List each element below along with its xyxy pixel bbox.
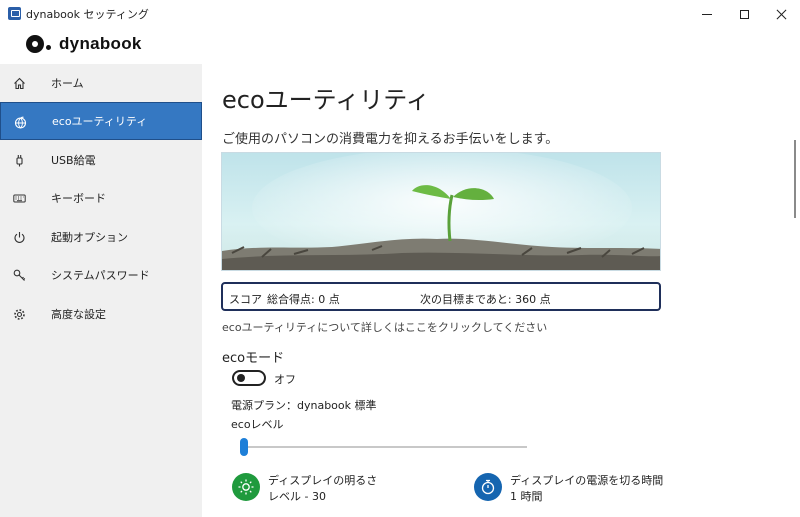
sidebar-item-keyboard[interactable]: キーボード (0, 179, 202, 217)
page-title: ecoユーティリティ (222, 86, 430, 114)
keyboard-icon (12, 191, 26, 205)
sidebar-item-startup-options[interactable]: 起動オプション (0, 218, 202, 256)
home-icon (12, 76, 26, 90)
window-title: dynabook セッティング (26, 8, 149, 21)
eco-mode-toggle-state: オフ (274, 373, 296, 386)
sidebar-item-advanced-settings[interactable]: 高度な設定 (0, 295, 202, 333)
sidebar-item-label: キーボード (51, 192, 106, 205)
vertical-scrollbar[interactable] (794, 140, 796, 218)
timer-icon (474, 473, 502, 501)
sidebar-item-eco-utility[interactable]: ecoユーティリティ (0, 102, 202, 140)
eco-level-slider-thumb[interactable] (240, 438, 248, 456)
sidebar-item-usb-power[interactable]: USB給電 (0, 141, 202, 179)
brightness-label: ディスプレイの明るさ (268, 474, 378, 487)
display-off-text: ディスプレイの電源を切る時間 1 時間 (510, 473, 663, 505)
toggle-knob (237, 374, 245, 382)
brightness-text: ディスプレイの明るさ レベル - 30 (268, 473, 377, 505)
brand-name: dynabook (59, 34, 142, 53)
brightness-icon (232, 473, 260, 501)
close-icon (776, 9, 787, 20)
sidebar-item-home[interactable]: ホーム (0, 64, 202, 102)
app-window: dynabook セッティング dynabook ホーム ecoユーティリティ (0, 0, 800, 517)
brightness-value: レベル - 30 (268, 490, 326, 503)
page-description: ご使用のパソコンの消費電力を抑えるお手伝いをします。 (222, 132, 559, 147)
minimize-icon (702, 13, 712, 15)
app-icon (8, 7, 21, 20)
gear-icon (12, 307, 26, 321)
main-content: ecoユーティリティ ご使用のパソコンの消費電力を抑えるお手伝いをします。 スコ… (202, 64, 800, 517)
power-plan-text: 電源プラン：dynabook 標準 (231, 399, 377, 412)
power-icon (12, 230, 26, 244)
sidebar-item-label: 高度な設定 (51, 308, 106, 321)
close-button[interactable] (758, 0, 800, 28)
eco-level-slider-track[interactable] (242, 446, 527, 448)
key-icon (12, 268, 26, 282)
display-off-label: ディスプレイの電源を切る時間 (510, 474, 664, 487)
score-next-goal: 次の目標まであと: 360 点 (420, 293, 551, 306)
eco-level-label: ecoレベル (231, 418, 284, 431)
eco-mode-toggle[interactable] (232, 370, 266, 386)
brand-logo: dynabook (26, 34, 142, 54)
sidebar-item-system-password[interactable]: システムパスワード (0, 256, 202, 294)
logo-mark-icon (26, 35, 44, 53)
sidebar: ホーム ecoユーティリティ USB給電 キーボード 起動オプション システムパ… (0, 64, 202, 517)
logo-dot-icon (46, 44, 51, 50)
usb-plug-icon (12, 153, 26, 167)
sidebar-item-label: 起動オプション (51, 231, 128, 244)
sidebar-item-label: USB給電 (51, 154, 96, 167)
score-panel: スコア 総合得点: 0 点 次の目標まであと: 360 点 (221, 282, 661, 311)
score-total: 総合得点: 0 点 (267, 293, 340, 306)
eco-globe-icon (13, 115, 27, 129)
eco-hero-image (221, 152, 661, 271)
title-bar: dynabook セッティング (0, 0, 800, 28)
eco-info-link[interactable]: ecoユーティリティについて詳しくはここをクリックしてください (222, 319, 547, 335)
sidebar-item-label: ecoユーティリティ (52, 115, 148, 128)
maximize-icon (739, 9, 749, 19)
eco-mode-title: ecoモード (222, 351, 285, 366)
display-off-value: 1 時間 (510, 490, 543, 503)
sidebar-item-label: システムパスワード (51, 269, 150, 282)
score-label: スコア (229, 293, 262, 306)
sidebar-item-label: ホーム (51, 77, 84, 90)
